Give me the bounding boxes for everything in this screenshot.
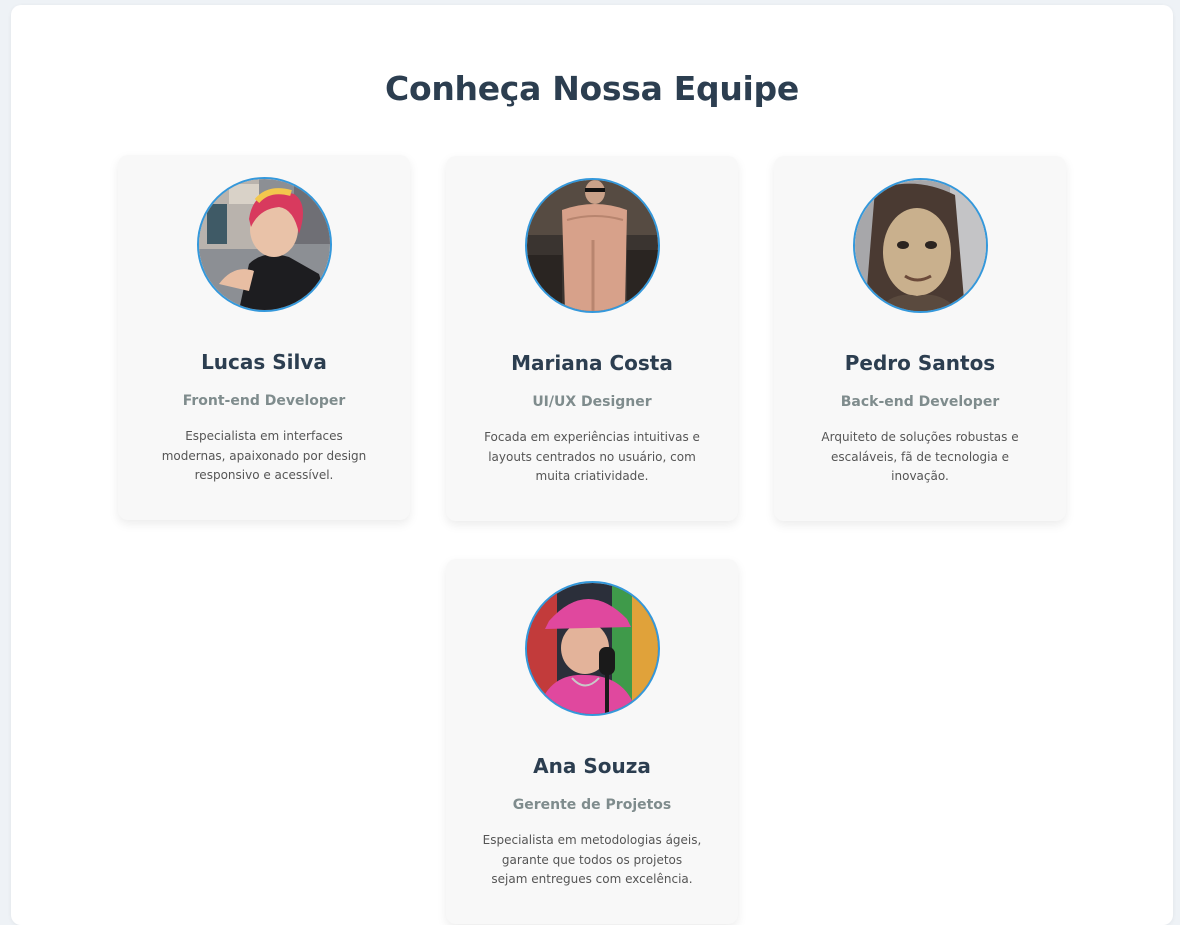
member-role: Gerente de Projetos [512, 797, 672, 813]
team-member-card: Pedro Santos Back-end Developer Arquitet… [774, 156, 1066, 521]
team-member-card: Mariana Costa UI/UX Designer Focada em e… [446, 156, 738, 521]
member-photo-image [855, 180, 986, 311]
member-name: Ana Souza [533, 754, 651, 778]
member-photo [525, 581, 660, 716]
member-photo-image [527, 180, 658, 311]
member-description: Especialista em interfaces modernas, apa… [161, 429, 367, 482]
member-role: UI/UX Designer [532, 394, 652, 410]
member-name: Mariana Costa [511, 351, 673, 375]
member-description: Arquiteto de soluções robustas e escaláv… [821, 430, 1019, 483]
member-role: Front-end Developer [182, 393, 346, 409]
member-name: Lucas Silva [201, 350, 327, 374]
member-photo [525, 178, 660, 313]
team-member-card: Lucas Silva Front-end Developer Especial… [118, 155, 410, 520]
member-description: Especialista em metodologias ágeis, gara… [482, 833, 702, 886]
member-photo [197, 177, 332, 312]
member-photo-image [527, 583, 658, 714]
member-photo [853, 178, 988, 313]
member-description: Focada em experiências intuitivas e layo… [484, 430, 700, 483]
member-name: Pedro Santos [844, 351, 996, 375]
team-page: Conheça Nossa Equipe Lucas Silva Front-e… [11, 5, 1173, 925]
team-member-card: Ana Souza Gerente de Projetos Especialis… [446, 559, 738, 924]
page-title: Conheça Nossa Equipe [385, 69, 799, 108]
member-photo-image [199, 179, 330, 310]
member-role: Back-end Developer [840, 394, 1000, 410]
